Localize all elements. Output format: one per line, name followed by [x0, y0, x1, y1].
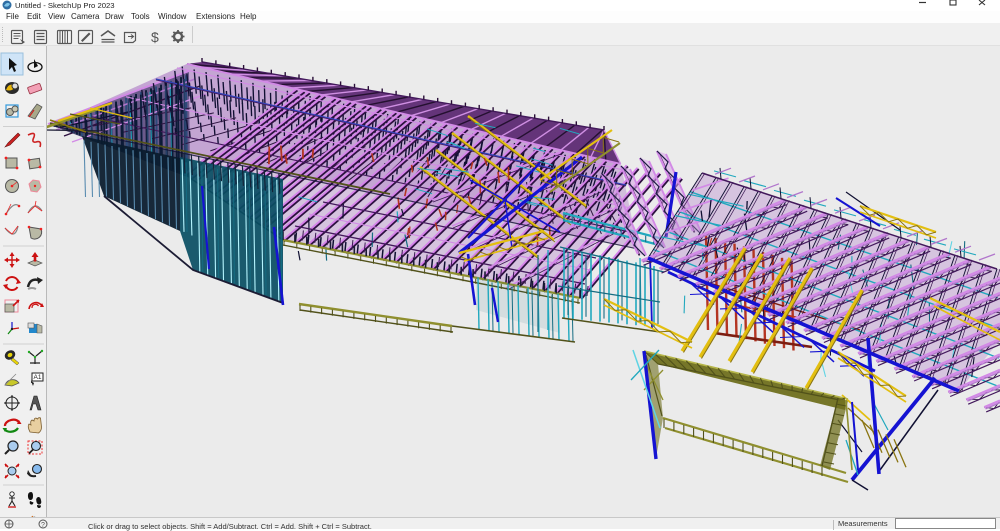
svg-text:$: $	[151, 29, 159, 45]
svg-text:A1: A1	[34, 374, 42, 381]
svg-text:?: ?	[41, 522, 45, 529]
